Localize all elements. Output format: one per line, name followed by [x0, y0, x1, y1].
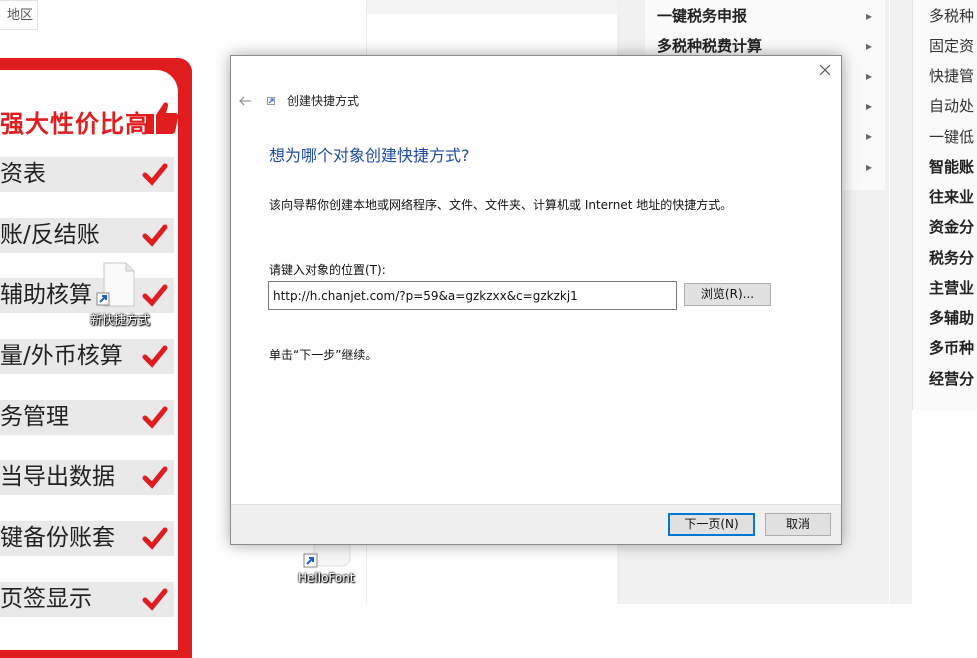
instruction-text: 单击“下一步”继续。: [269, 348, 378, 362]
cancel-button[interactable]: 取消: [765, 513, 831, 536]
checkmark-icon: [142, 284, 168, 307]
chevron-right-icon: ▸: [866, 9, 873, 23]
feature-row: 键备份账套: [0, 521, 174, 556]
location-label: 请键入对象的位置(T):: [269, 263, 386, 277]
browse-button[interactable]: 浏览(R)...: [684, 283, 771, 306]
feature-list-item[interactable]: 主营业: [929, 273, 977, 303]
checkmark-icon: [142, 345, 168, 368]
dialog-title: 创建快捷方式: [287, 94, 360, 108]
feature-list-item[interactable]: 多辅助: [929, 303, 977, 333]
checkmark-icon: [142, 588, 168, 611]
dialog-footer: 下一页(N) 取消: [231, 504, 841, 544]
dialog-heading: 想为哪个对象创建快捷方式?: [269, 146, 470, 165]
feature-list-item[interactable]: 一键低: [929, 122, 977, 152]
feature-row: 量/外币核算: [0, 339, 174, 374]
top-strip: [367, 0, 617, 14]
chevron-right-icon: ▸: [866, 160, 873, 174]
create-shortcut-dialog: 创建快捷方式 想为哪个对象创建快捷方式? 该向导帮你创建本地或网络程序、文件、文…: [230, 55, 842, 545]
feature-row: 页签显示: [0, 582, 174, 617]
checkmark-icon: [142, 406, 168, 429]
dialog-description: 该向导帮你创建本地或网络程序、文件、文件夹、计算机或 Internet 地址的快…: [269, 198, 733, 212]
menu-item-tax-filing[interactable]: 一键税务申报: [657, 2, 867, 30]
checkmark-icon: [142, 527, 168, 550]
new-shortcut-file-icon[interactable]: [96, 262, 138, 308]
feature-list-item[interactable]: 快捷管: [929, 61, 977, 91]
feature-row: 务管理: [0, 400, 174, 435]
checkmark-icon: [142, 466, 168, 489]
feature-row: 资表: [0, 157, 174, 192]
feature-list-item[interactable]: 经营分: [929, 364, 977, 394]
feature-row: 当导出数据: [0, 460, 174, 495]
next-button[interactable]: 下一页(N): [668, 513, 755, 536]
feature-list-item[interactable]: 资金分: [929, 212, 977, 242]
new-shortcut-label: 新快捷方式: [90, 313, 151, 327]
region-selector[interactable]: 地区: [0, 0, 38, 30]
hellofont-label: HelloFont: [298, 571, 355, 585]
checkmark-icon: [142, 224, 168, 247]
shortcut-icon: [267, 97, 275, 105]
feature-row: 账/反结账: [0, 218, 174, 253]
chevron-right-icon: ▸: [866, 39, 873, 53]
chevron-right-icon: ▸: [866, 129, 873, 143]
feature-list-item[interactable]: 税务分: [929, 243, 977, 273]
back-arrow-icon[interactable]: [237, 93, 253, 109]
thumbs-up-icon: [146, 102, 179, 134]
location-input[interactable]: [268, 281, 677, 310]
region-label: 地区: [6, 8, 33, 23]
right-gutter: [890, 0, 912, 604]
chevron-right-icon: ▸: [866, 99, 873, 113]
checkmark-icon: [142, 163, 168, 186]
close-icon[interactable]: [817, 62, 833, 78]
feature-list-item[interactable]: 固定资: [929, 31, 977, 61]
feature-row: 辅助核算: [0, 278, 174, 313]
feature-list-item[interactable]: 多税种: [929, 1, 977, 31]
feature-list-item[interactable]: 多币种: [929, 333, 977, 363]
feature-list-item[interactable]: 智能账: [929, 152, 977, 182]
feature-list-item[interactable]: 往来业: [929, 182, 977, 212]
feature-list-item[interactable]: 自动处: [929, 91, 977, 121]
chevron-right-icon: ▸: [866, 69, 873, 83]
